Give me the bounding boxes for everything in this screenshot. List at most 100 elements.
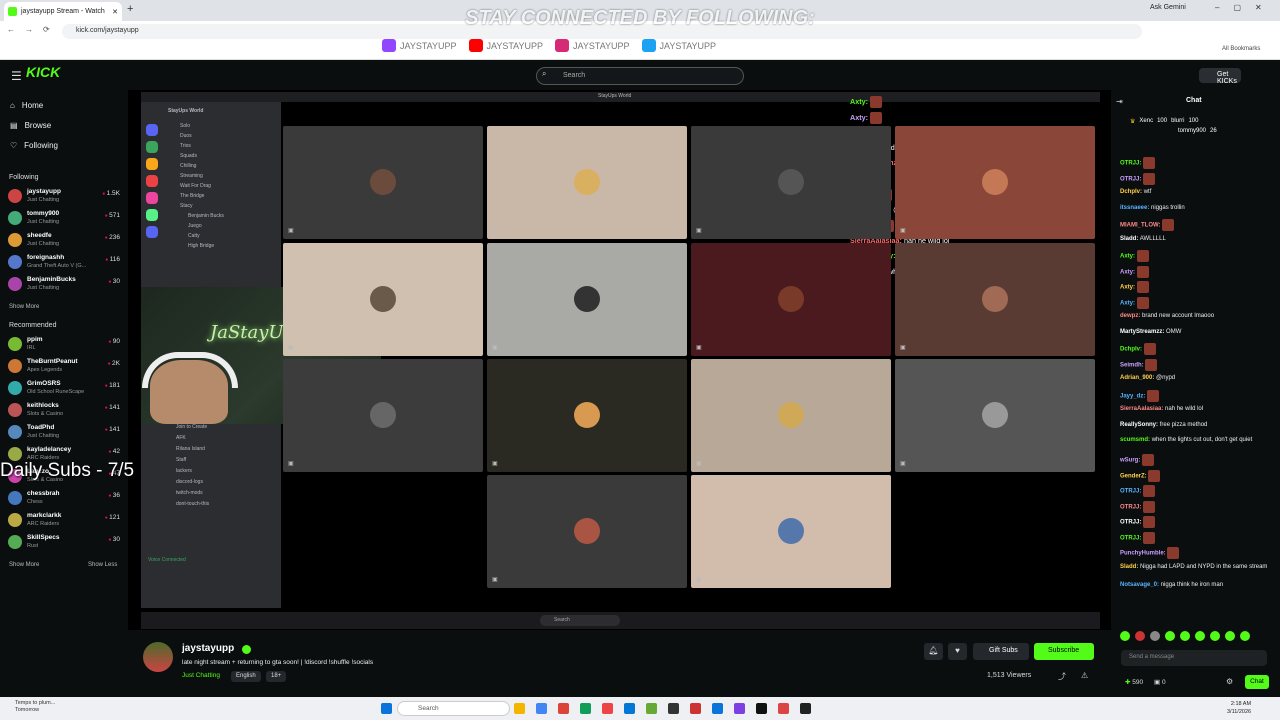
sidebar-channel[interactable]: ToadPhd Just Chatting 141 [8,423,122,443]
sidebar-channel[interactable]: foreignashh Grand Theft Auto V (G... 116 [8,253,122,273]
chat-send-button[interactable]: Chat [1245,675,1269,689]
chat-username[interactable]: Jayy_dz: [1120,393,1145,399]
browser-tab[interactable]: jaystayupp Stream - Watch ✕ [4,2,122,21]
chat-username[interactable]: MartyStreamzz: [1120,329,1164,335]
chat-username[interactable]: Axty: [1120,269,1135,275]
chat-username[interactable]: Dchplv: [1120,347,1142,353]
chat-username[interactable]: OTRJJ: [1120,161,1141,167]
chat-username[interactable]: GenderZ: [1120,473,1147,479]
taskbar-app-icon[interactable] [668,703,679,714]
tag-language[interactable]: English [231,671,261,682]
channel-name[interactable]: jaystayupp [182,643,234,654]
follow-heart-icon[interactable]: ♥ [948,643,967,660]
chat-input[interactable]: Send a message [1121,650,1267,666]
chat-username[interactable]: itssnaeee: [1120,205,1149,211]
sidebar-channel[interactable]: BenjaminBucks Just Chatting 30 [8,275,122,295]
show-more-link[interactable]: Show More [9,562,39,568]
taskbar-app-icon[interactable] [712,703,723,714]
taskbar-app-icon[interactable] [690,703,701,714]
taskbar-app-icon[interactable] [536,703,547,714]
sidebar-channel[interactable]: chessbrah Chess 36 [8,489,122,509]
taskbar-app-icon[interactable] [756,703,767,714]
subscribe-button[interactable]: Subscribe [1034,643,1094,660]
chat-username[interactable]: OTRJJ: [1120,535,1141,541]
ask-gemini-button[interactable]: Ask Gemini [1150,4,1186,11]
chat-username[interactable]: PunchyHumble: [1120,551,1166,557]
chat-username[interactable]: Seimdh: [1120,362,1144,368]
chat-username[interactable]: Axty: [1120,254,1135,260]
show-more-link[interactable]: Show More [9,304,39,310]
taskbar-app-icon[interactable] [602,703,613,714]
close-icon[interactable]: ✕ [112,8,118,16]
chat-username[interactable]: OTRJJ: [1120,176,1141,182]
channel-points[interactable]: ✚ 590 ▣ 0 [1125,678,1166,686]
report-icon[interactable]: ⚠ [1081,671,1088,680]
emote-icon[interactable] [1225,631,1235,641]
taskbar-app-icon[interactable] [800,703,811,714]
sidebar-channel[interactable]: GrimOSRS Old School RuneScape 181 [8,379,122,399]
get-kicks-button[interactable]: Get KICKs [1199,68,1241,85]
emote-icon[interactable] [1150,631,1160,641]
windows-start-icon[interactable] [381,703,392,714]
chat-username[interactable]: Dchplv: [1120,189,1142,195]
nav-following[interactable]: ♡ Following [10,141,58,150]
bell-icon[interactable]: 🔔︎ [924,643,943,660]
sidebar-channel[interactable]: tommy900 Just Chatting 571 [8,209,122,229]
sidebar-channel[interactable]: sheedfe Just Chatting 236 [8,231,122,251]
chat-username[interactable]: Sladd: [1120,236,1138,242]
sidebar-channel[interactable]: jaystayupp Just Chatting 1.5K [8,187,122,207]
menu-icon[interactable]: ☰ [11,69,22,83]
taskbar-app-icon[interactable] [778,703,789,714]
category-link[interactable]: Just Chatting [182,672,220,679]
taskbar-app-icon[interactable] [646,703,657,714]
nav-browse[interactable]: ▤ Browse [10,121,51,130]
system-clock[interactable]: 2:18 AM 3/11/2026 [1227,700,1251,716]
chat-username[interactable]: OTRJJ: [1120,520,1141,526]
emote-icon[interactable] [1180,631,1190,641]
search-input[interactable]: Search [536,67,744,85]
share-icon[interactable]: ⤴ [1058,671,1066,682]
emote-icon[interactable] [1240,631,1250,641]
chat-username[interactable]: scumsmd: [1120,437,1150,443]
weather-widget[interactable]: Temps to plum... Tomorrow [15,700,55,714]
collapse-chat-icon[interactable]: ⇥ [1116,97,1123,106]
chat-username[interactable]: Adrian_900: [1120,375,1154,381]
taskbar-app-icon[interactable] [580,703,591,714]
emote-icon[interactable] [1135,631,1145,641]
chat-username[interactable]: MIAMI_TLOW: [1120,223,1161,229]
sidebar-channel[interactable]: TheBurntPeanut Apex Legends 2K [8,357,122,377]
chat-username[interactable]: OTRJJ: [1120,489,1141,495]
gear-icon[interactable]: ⚙ [1226,677,1233,686]
chat-username[interactable]: Axty: [1120,285,1135,291]
chat-username[interactable]: Sladd: [1120,564,1138,570]
emote-icon[interactable] [1165,631,1175,641]
gift-subs-button[interactable]: Gift Subs [973,643,1029,660]
emote-icon[interactable] [1195,631,1205,641]
chat-username[interactable]: SierraAalasiaa: [1120,406,1163,412]
chat-username[interactable]: ReallySonny: [1120,422,1158,428]
chat-username[interactable]: OTRJJ: [1120,504,1141,510]
chat-username[interactable]: Notsavage_0: [1120,582,1159,588]
chat-username[interactable]: Axty: [1120,300,1135,306]
sidebar-channel[interactable]: keithlocks Slots & Casino 141 [8,401,122,421]
all-bookmarks[interactable]: All Bookmarks [1222,46,1260,52]
window-controls[interactable]: –▢✕ [1215,3,1276,12]
taskbar-app-icon[interactable] [514,703,525,714]
nav-buttons-icon[interactable]: ←→⟳ [7,25,60,34]
emote-icon[interactable] [1210,631,1220,641]
new-tab-icon[interactable]: + [127,3,133,15]
nav-home[interactable]: ⌂ Home [10,101,43,110]
avatar[interactable] [143,642,173,672]
chat-username[interactable]: dewpz: [1120,313,1140,319]
taskbar-app-icon[interactable] [558,703,569,714]
chat-username[interactable]: wSurg: [1120,458,1140,464]
sidebar-channel[interactable]: ppim IRL 90 [8,335,122,355]
taskbar-app-icon[interactable] [624,703,635,714]
tag-mature[interactable]: 18+ [266,671,287,682]
sidebar-channel[interactable]: markclarkk ARC Raiders 121 [8,511,122,531]
kick-logo[interactable]: KICK [26,64,60,80]
taskbar-search[interactable]: Search [397,701,510,716]
taskbar-app-icon[interactable] [734,703,745,714]
emote-icon[interactable] [1120,631,1130,641]
show-less-link[interactable]: Show Less [88,562,117,568]
